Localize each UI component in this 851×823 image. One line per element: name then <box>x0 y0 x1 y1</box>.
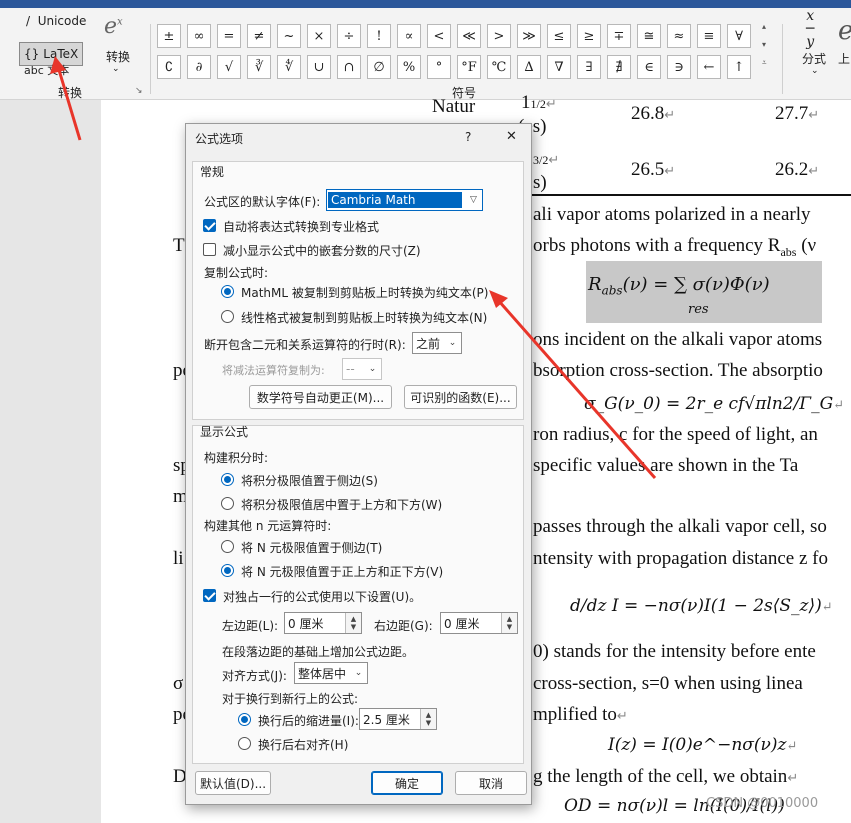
annotation-arrowhead <box>50 56 66 74</box>
annotation-overlay <box>50 56 657 479</box>
annotation-arrowhead <box>489 290 508 308</box>
annotation-arrow-mathml <box>496 299 657 479</box>
annotation-arrow-latex <box>57 69 82 141</box>
